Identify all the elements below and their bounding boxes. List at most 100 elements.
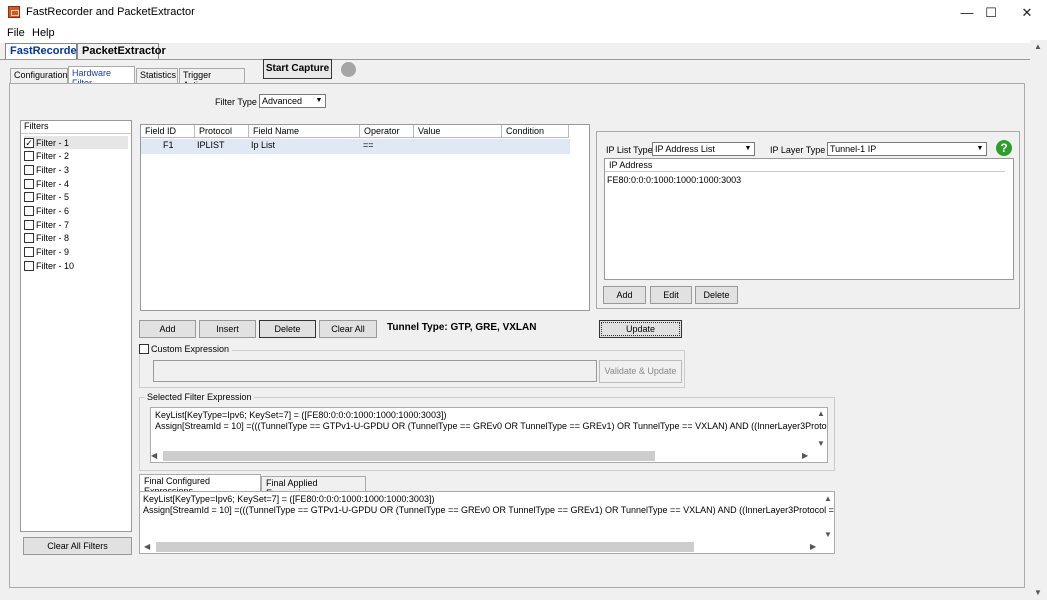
selected-expression-label: Selected Filter Expression [145,392,254,402]
ip-add-button[interactable]: Add [603,286,646,304]
tab-configuration[interactable]: Configuration [10,68,68,83]
capture-status-indicator [341,62,356,77]
filter-item[interactable]: Filter - 3 [24,163,69,176]
clear-all-filters-button[interactable]: Clear All Filters [23,537,132,555]
tab-final-configured-expressions[interactable]: Final Configured Expressions [139,474,261,496]
column-header-protocol[interactable]: Protocol [195,125,249,138]
ip-list-type-value: IP Address List [655,144,715,154]
checkbox-icon[interactable] [24,151,34,162]
filter-item-label: Filter - 3 [36,164,70,175]
filter-item-label: Filter - 1 [36,137,70,148]
menu-help[interactable]: Help [32,27,55,39]
scroll-left-icon[interactable]: ◀ [151,451,157,460]
clear-all-fields-button[interactable]: Clear All [319,320,377,338]
tab-hardware-filter[interactable]: Hardware Filter [68,66,135,88]
ip-layer-type-label: IP Layer Type [770,145,826,155]
close-button[interactable]: ✕ [1004,0,1047,25]
scroll-up-icon[interactable]: ▲ [817,409,825,418]
scroll-down-icon[interactable]: ▼ [824,530,832,539]
menu-bar [0,25,1047,43]
tab-fastrecorder[interactable]: FastRecorder [5,43,81,59]
custom-expression-input[interactable] [153,360,597,382]
filter-item-label: Filter - 4 [36,178,70,189]
selected-expression-hscroll[interactable]: ◀ ▶ [151,450,811,462]
scroll-right-icon[interactable]: ▶ [802,451,808,460]
cell-field-id: F1 [163,140,174,150]
column-header-field-id[interactable]: Field ID [141,125,195,138]
scroll-right-icon[interactable]: ▶ [810,542,816,551]
tab-trigger-actions[interactable]: Trigger Actions [179,68,245,90]
filter-item-label: Filter - 8 [36,233,70,244]
app-icon [8,6,20,18]
column-header-condition[interactable]: Condition [502,125,569,138]
scroll-thumb[interactable] [156,542,694,552]
help-icon[interactable]: ? [996,140,1012,156]
cell-operator: == [363,140,374,150]
scroll-thumb[interactable] [163,451,655,461]
custom-expression-label: Custom Expression [151,344,230,354]
ip-edit-button[interactable]: Edit [650,286,692,304]
final-expression-line: KeyList[KeyType=Ipv6; KeySet=7] = ([FE80… [143,494,435,504]
filter-item-label: Filter - 2 [36,151,70,162]
selected-expression-line: KeyList[KeyType=Ipv6; KeySet=7] = ([FE80… [155,410,447,420]
checkbox-icon[interactable] [24,247,34,258]
custom-expression-checkbox[interactable]: Custom Expression [139,344,233,354]
chevron-down-icon: ▼ [315,97,323,104]
validate-update-button[interactable]: Validate & Update [599,360,682,383]
window-vertical-scrollbar[interactable]: ▲ ▼ [1030,40,1047,600]
checkbox-icon[interactable] [24,233,34,244]
checkbox-icon[interactable] [24,178,34,189]
filter-item[interactable]: Filter - 6 [24,205,69,218]
add-field-button[interactable]: Add [139,320,196,338]
cell-field-name: Ip List [251,140,276,150]
tab-statistics[interactable]: Statistics [136,68,178,83]
final-expression-line: Assign[StreamId = 10] =(((TunnelType == … [143,505,835,515]
selected-expression-line: Assign[StreamId = 10] =(((TunnelType == … [155,421,828,431]
checkbox-icon [139,344,149,354]
checkbox-icon[interactable] [24,219,34,230]
update-button[interactable]: Update [599,320,682,338]
scroll-left-icon[interactable]: ◀ [144,542,150,551]
scroll-up-icon[interactable]: ▲ [1034,42,1042,51]
column-header-value[interactable]: Value [414,125,502,138]
insert-field-button[interactable]: Insert [199,320,256,338]
filter-type-label: Filter Type [215,97,257,107]
filter-item[interactable]: Filter - 5 [24,191,69,204]
menu-file[interactable]: File [7,27,25,39]
filter-item[interactable]: Filter - 4 [24,177,69,190]
checkbox-icon[interactable] [24,192,34,203]
ip-address-header[interactable]: IP Address [605,159,1005,172]
checkbox-icon[interactable]: ✓ [24,137,34,148]
column-header-operator[interactable]: Operator [360,125,414,138]
filter-item[interactable]: ✓ Filter - 1 [24,136,128,149]
filter-item[interactable]: Filter - 7 [24,218,69,231]
filter-item[interactable]: Filter - 2 [24,150,69,163]
scroll-down-icon[interactable]: ▼ [1034,588,1042,597]
scroll-up-icon[interactable]: ▲ [824,494,832,503]
scroll-down-icon[interactable]: ▼ [817,439,825,448]
tab-final-applied-expressions[interactable]: Final Applied Expressions [261,476,366,498]
checkbox-icon[interactable] [24,164,34,175]
column-header-field-name[interactable]: Field Name [249,125,360,138]
filter-item[interactable]: Filter - 9 [24,246,69,259]
filter-item-label: Filter - 5 [36,192,70,203]
chevron-down-icon: ▼ [976,145,984,152]
filter-item[interactable]: Filter - 8 [24,232,69,245]
filter-item[interactable]: Filter - 10 [24,259,74,272]
filter-item-label: Filter - 6 [36,206,70,216]
ip-address-item[interactable]: FE80:0:0:0:1000:1000:1000:3003 [607,175,741,185]
start-capture-button[interactable]: Start Capture [263,59,332,79]
tab-packetextractor[interactable]: PacketExtractor [77,43,166,59]
ip-layer-type-value: Tunnel-1 IP [830,144,877,154]
checkbox-icon[interactable] [24,206,34,216]
delete-field-button[interactable]: Delete [259,320,316,338]
ip-delete-button[interactable]: Delete [695,286,738,304]
tab-divider [0,59,1047,60]
ip-list-type-select[interactable]: IP Address List ▼ [652,142,755,156]
cell-protocol: IPLIST [197,140,225,150]
ip-layer-type-select[interactable]: Tunnel-1 IP ▼ [827,142,987,156]
final-expression-text[interactable]: KeyList[KeyType=Ipv6; KeySet=7] = ([FE80… [139,491,835,554]
ip-list-type-label: IP List Type [606,145,653,155]
checkbox-icon[interactable] [24,260,34,271]
filter-type-select[interactable]: Advanced ▼ [259,94,326,108]
